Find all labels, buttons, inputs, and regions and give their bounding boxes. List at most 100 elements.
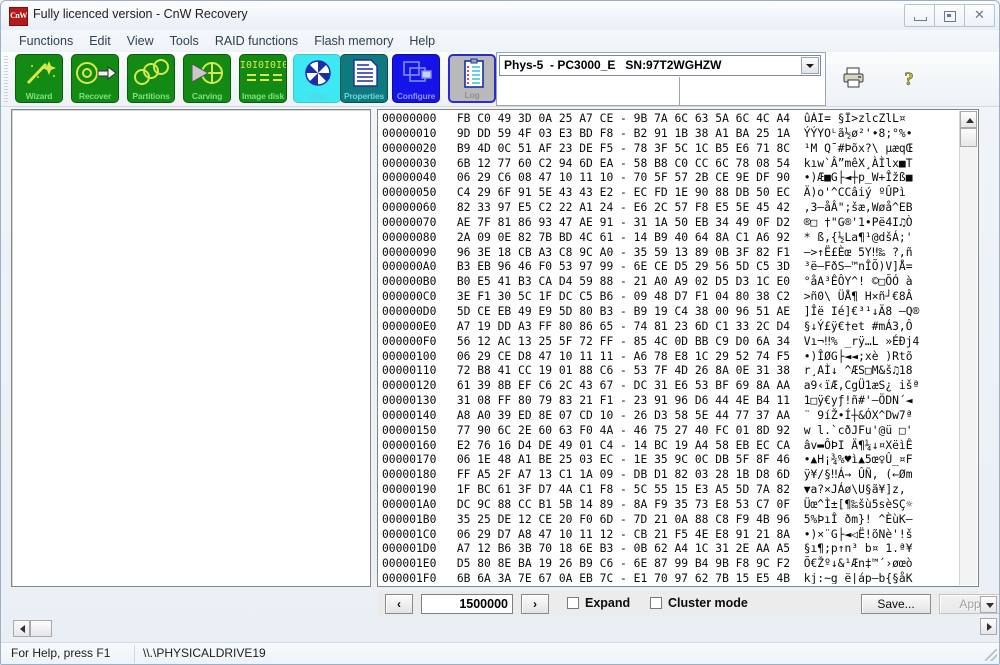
- menu-item-raid-functions[interactable]: RAID functions: [207, 32, 306, 50]
- minimize-button[interactable]: [904, 4, 935, 27]
- drive-selector-combobox[interactable]: Phys-5 - PC3000_E SN:97T2WGHZW: [499, 55, 821, 76]
- toolbar-button-image-disk[interactable]: I0I0I0I0 Image disk: [239, 54, 287, 103]
- hex-row[interactable]: 000001F0 6B 6A 3A 7E 67 0A EB 7C - E1 70…: [382, 572, 956, 584]
- hex-row[interactable]: 00000130 31 08 FF 80 79 83 21 F1 - 23 91…: [382, 394, 956, 409]
- hex-row[interactable]: 000000C0 3E F1 30 5C 1F DC C5 B6 - 09 48…: [382, 290, 956, 305]
- expand-checkbox[interactable]: Expand: [567, 596, 630, 610]
- application-window: CnW Fully licenced version - CnW Recover…: [0, 0, 1000, 665]
- hex-row-bytes: 6B 6A 3A 7E 67 0A EB 7C - E1 70 97 62 7B…: [457, 572, 790, 584]
- hex-row[interactable]: 00000150 77 90 6C 2E 60 63 F0 4A - 46 75…: [382, 424, 956, 439]
- hex-row[interactable]: 00000180 FF A5 2F A7 13 C1 1A 09 - DB D1…: [382, 468, 956, 483]
- hex-row-bytes: 77 90 6C 2E 60 63 F0 4A - 46 75 27 40 FC…: [457, 424, 790, 437]
- hex-row[interactable]: 000000B0 B0 E5 41 B3 CA D4 59 88 - 21 A0…: [382, 275, 956, 290]
- hex-row[interactable]: 000001D0 A7 12 B6 3B 70 18 6E B3 - 0B 62…: [382, 542, 956, 557]
- toolbar-button-partitions[interactable]: Partitions: [127, 54, 175, 103]
- maximize-button[interactable]: [934, 4, 965, 27]
- hex-row[interactable]: 00000100 06 29 CE D8 47 10 11 11 - A6 78…: [382, 350, 956, 365]
- hex-row-offset: 00000020: [382, 142, 436, 155]
- hex-row[interactable]: 00000170 06 1E 48 A1 BE 25 03 EC - 1E 35…: [382, 453, 956, 468]
- drive-selector-panel: Phys-5 - PC3000_E SN:97T2WGHZW: [496, 52, 826, 106]
- hex-row[interactable]: 000000D0 5D CE EB 49 E9 5D 80 B3 - B9 19…: [382, 305, 956, 320]
- hex-row-ascii: Üœ^Ì±[¶‰šù5sèSÇ☼: [804, 498, 913, 511]
- hex-row[interactable]: 00000060 82 33 97 E5 C2 22 A1 24 - E6 2C…: [382, 201, 956, 216]
- hex-row[interactable]: 00000110 72 B8 41 CC 19 01 88 C6 - 53 7F…: [382, 364, 956, 379]
- close-button[interactable]: ✕: [964, 4, 995, 27]
- left-panel-horizontal-scrollbar[interactable]: [13, 620, 59, 637]
- hex-row[interactable]: 000001C0 06 29 D7 A8 47 10 11 12 - CB 21…: [382, 528, 956, 543]
- hex-row-ascii: §↓Ý£ÿ€†et #mÁ3,Ô: [804, 320, 913, 333]
- file-tree-panel[interactable]: [11, 109, 371, 587]
- hex-row[interactable]: 00000000 FB C0 49 3D 0A 25 A7 CE - 9B 7A…: [382, 112, 956, 127]
- toolbar-button-recover[interactable]: Recover: [71, 54, 119, 103]
- toolbar-grip[interactable]: [4, 56, 8, 103]
- hex-row[interactable]: 00000050 C4 29 6F 91 5E 43 43 E2 - EC FD…: [382, 186, 956, 201]
- hex-row[interactable]: 00000030 6B 12 77 60 C2 94 6D EA - 58 B8…: [382, 157, 956, 172]
- hex-row[interactable]: 00000140 A8 A0 39 ED 8E 07 CD 10 - 26 D3…: [382, 409, 956, 424]
- chevron-down-icon[interactable]: [801, 57, 819, 74]
- hex-row[interactable]: 000001B0 35 25 DE 12 CE 20 F0 6D - 7D 21…: [382, 513, 956, 528]
- scroll-thumb[interactable]: [960, 128, 977, 147]
- hex-row-ascii: ®□ †"G®'1•Pë4I♫Ò: [804, 216, 913, 229]
- hex-row[interactable]: 000000A0 B3 EB 96 46 F0 53 97 99 - 6E CE…: [382, 260, 956, 275]
- hex-row[interactable]: 000001A0 DC 9C 88 CC B1 5B 14 89 - 8A F9…: [382, 498, 956, 513]
- scroll-left-button[interactable]: [13, 620, 30, 637]
- toolbar-button-view[interactable]: View: [293, 54, 341, 103]
- hex-row-bytes: 56 12 AC 13 25 5F 72 FF - 85 4C 0D BB C9…: [457, 335, 790, 348]
- hex-row-offset: 00000190: [382, 483, 436, 496]
- hex-row[interactable]: 00000090 96 3E 18 CB A3 C8 9C A0 - 35 59…: [382, 246, 956, 261]
- scroll-up-button[interactable]: [960, 111, 977, 128]
- hex-row[interactable]: 000000F0 56 12 AC 13 25 5F 72 FF - 85 4C…: [382, 335, 956, 350]
- hex-row[interactable]: 00000010 9D DD 59 4F 03 E3 BD F8 - B2 91…: [382, 127, 956, 142]
- hex-row-offset: 000000F0: [382, 335, 436, 348]
- hex-row[interactable]: 00000070 AE 7F 81 86 93 47 AE 91 - 31 1A…: [382, 216, 956, 231]
- previous-block-button[interactable]: ‹: [385, 594, 413, 614]
- hex-row-bytes: 2A 09 0E 82 7B BD 4C 61 - 14 B9 40 64 8A…: [457, 231, 790, 244]
- menu-item-functions[interactable]: Functions: [11, 32, 81, 50]
- menu-item-help[interactable]: Help: [401, 32, 443, 50]
- menu-item-edit[interactable]: Edit: [81, 32, 119, 50]
- hex-row[interactable]: 00000040 06 29 C6 08 47 10 11 10 - 70 5F…: [382, 171, 956, 186]
- menu-item-tools[interactable]: Tools: [162, 32, 207, 50]
- hex-row[interactable]: 000001E0 D5 80 8E BA 19 26 B9 C6 - 6E 87…: [382, 557, 956, 572]
- clipboard-icon: [450, 58, 494, 90]
- hex-row[interactable]: 00000020 B9 4D 0C 51 AF 23 DE F5 - 78 3F…: [382, 142, 956, 157]
- expand-checkbox-box[interactable]: [567, 597, 579, 609]
- scroll-down-button[interactable]: [980, 596, 997, 613]
- hex-row[interactable]: 00000120 61 39 8B EF C6 2C 43 67 - DC 31…: [382, 379, 956, 394]
- menu-item-flash-memory[interactable]: Flash memory: [306, 32, 401, 50]
- hex-row-ascii: •)ÎØG├◄◄;xè )Rtõ: [804, 350, 913, 363]
- toolbar-button-properties[interactable]: Properties: [340, 54, 388, 103]
- status-bar: For Help, press F1 \\.\PHYSICALDRIVE19: [1, 642, 1000, 664]
- save-button[interactable]: Save...: [861, 594, 931, 614]
- cluster-mode-checkbox[interactable]: Cluster mode: [650, 596, 748, 610]
- minimize-icon: [914, 17, 927, 21]
- help-button[interactable]: ?: [896, 65, 922, 91]
- toolbar-button-log[interactable]: Log: [448, 54, 496, 103]
- hex-row[interactable]: 00000080 2A 09 0E 82 7B BD 4C 61 - 14 B9…: [382, 231, 956, 246]
- toolbar-button-carving[interactable]: Carving: [183, 54, 231, 103]
- menu-item-view[interactable]: View: [119, 32, 162, 50]
- binary-icon: I0I0I0I0: [240, 57, 286, 89]
- cluster-mode-checkbox-box[interactable]: [650, 597, 662, 609]
- next-block-button[interactable]: ›: [521, 594, 549, 614]
- hex-row-offset: 00000100: [382, 350, 436, 363]
- hex-row[interactable]: 00000160 E2 76 16 D4 DE 49 01 C4 - 14 BC…: [382, 439, 956, 454]
- status-help-text: For Help, press F1: [11, 646, 110, 660]
- hex-row-offset: 00000040: [382, 171, 436, 184]
- hex-viewer-panel[interactable]: 00000000 FB C0 49 3D 0A 25 A7 CE - 9B 7A…: [377, 109, 979, 587]
- hscroll-thumb[interactable]: [30, 620, 52, 637]
- edge-scrollbar-group[interactable]: [980, 591, 997, 637]
- toolbar-button-configure[interactable]: Configure: [392, 54, 440, 103]
- app-icon: CnW: [9, 7, 28, 26]
- hex-row-bytes: C4 29 6F 91 5E 43 43 E2 - EC FD 1E 90 88…: [457, 186, 790, 199]
- hex-row[interactable]: 00000190 1F BC 61 3F D7 4A C1 F8 - 5C 55…: [382, 483, 956, 498]
- offset-input[interactable]: 1500000: [421, 594, 513, 614]
- hex-row[interactable]: 000000E0 A7 19 DD A3 FF 80 86 65 - 74 81…: [382, 320, 956, 335]
- print-button[interactable]: [841, 65, 867, 91]
- resize-grip[interactable]: [985, 649, 997, 661]
- toolbar-button-wizard[interactable]: Wizard: [15, 54, 63, 103]
- svg-text:?: ?: [904, 69, 914, 90]
- scroll-right-button[interactable]: [980, 618, 997, 635]
- hex-row-offset: 00000160: [382, 439, 436, 452]
- hex-vertical-scrollbar[interactable]: [959, 111, 977, 585]
